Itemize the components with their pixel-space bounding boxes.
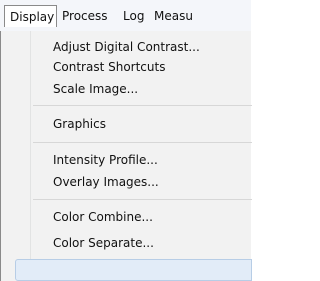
menu-item-color-separate[interactable]: Color Separate... bbox=[53, 234, 154, 252]
menu-icon-gutter bbox=[1, 31, 30, 281]
menu-item-contrast-shortcuts[interactable]: Contrast Shortcuts bbox=[53, 58, 165, 76]
menu-item-highlight bbox=[15, 259, 252, 281]
menu-measure[interactable]: Measu bbox=[154, 5, 193, 27]
menu-separator bbox=[33, 199, 252, 200]
menu-item-overlay-images[interactable]: Overlay Images... bbox=[53, 173, 159, 191]
menu-process[interactable]: Process bbox=[62, 5, 108, 27]
menu-log[interactable]: Log bbox=[123, 5, 144, 27]
display-dropdown-menu: Adjust Digital Contrast... Contrast Shor… bbox=[0, 31, 252, 281]
menu-separator bbox=[33, 142, 252, 143]
menu-separator bbox=[33, 105, 252, 106]
menu-item-graphics[interactable]: Graphics bbox=[53, 115, 106, 133]
menu-item-intensity-profile[interactable]: Intensity Profile... bbox=[53, 151, 158, 169]
menu-bar: Display Process Log Measu bbox=[0, 0, 251, 32]
menu-item-adjust-digital-contrast[interactable]: Adjust Digital Contrast... bbox=[53, 38, 200, 56]
gutter-divider bbox=[30, 31, 31, 281]
menu-item-scale-image[interactable]: Scale Image... bbox=[53, 80, 138, 98]
menu-item-color-combine[interactable]: Color Combine... bbox=[53, 208, 153, 226]
menu-display[interactable]: Display bbox=[4, 5, 57, 27]
